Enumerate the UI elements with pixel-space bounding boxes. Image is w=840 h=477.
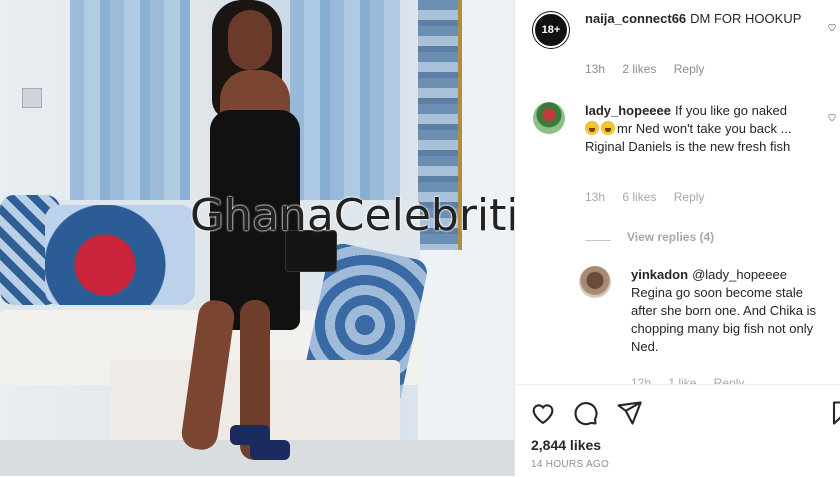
comment-time: 13h <box>585 62 606 76</box>
bookmark-icon[interactable] <box>827 399 840 427</box>
watermark-text: GhanaCelebrities.Com <box>190 190 514 241</box>
leg <box>179 298 237 452</box>
reply-link[interactable]: Reply <box>674 190 705 204</box>
post-timestamp: 14 HOURS AGO <box>531 459 610 470</box>
shoe <box>250 440 290 460</box>
comment-like-icon[interactable] <box>827 112 837 125</box>
avatar[interactable] <box>533 102 565 134</box>
likes-count[interactable]: 2,844 likes <box>531 437 601 453</box>
comment-meta: 13h 2 likes Reply <box>585 62 718 76</box>
comment-body: DM FOR HOOKUP <box>690 11 802 26</box>
comment-icon[interactable] <box>571 399 599 427</box>
crying-emoji-icon <box>601 121 615 135</box>
reply-link[interactable]: Reply <box>674 62 705 76</box>
comments-panel[interactable]: 18+ naija_connect66 DM FOR HOOKUP 13h 2 l… <box>514 0 840 477</box>
comment-meta: 13h 6 likes Reply <box>585 190 718 204</box>
comment-likes[interactable]: 2 likes <box>622 62 656 76</box>
comment-likes[interactable]: 6 likes <box>622 190 656 204</box>
comment-username[interactable]: yinkadon <box>631 267 688 282</box>
post-photo[interactable]: GhanaCelebrities.Com <box>0 0 514 476</box>
face <box>228 10 272 70</box>
comment-text: yinkadon @lady_hopeeee Regina go soon bec… <box>631 266 821 356</box>
comment-text: naija_connect66 DM FOR HOOKUP <box>585 10 815 28</box>
comment-username[interactable]: lady_hopeeee <box>585 103 671 118</box>
comment-body: If you like go naked <box>675 103 788 118</box>
avatar[interactable] <box>579 266 611 298</box>
comment-text: lady_hopeeee If you like go naked mr Ned … <box>585 102 825 156</box>
comment-username[interactable]: naija_connect66 <box>585 11 686 26</box>
replies-divider <box>585 240 611 241</box>
light-switch <box>22 88 42 108</box>
post-actions: 2,844 likes 14 HOURS AGO <box>515 384 840 477</box>
comment-like-icon[interactable] <box>827 22 837 35</box>
heart-icon[interactable] <box>529 399 557 427</box>
comment-body-continued: mr Ned won't take you back ... Riginal D… <box>585 121 792 154</box>
share-icon[interactable] <box>615 399 643 427</box>
view-replies-link[interactable]: View replies (4) <box>627 230 714 244</box>
comment-time: 13h <box>585 190 606 204</box>
crying-emoji-icon <box>585 121 599 135</box>
avatar[interactable]: 18+ <box>533 12 569 48</box>
age-badge: 18+ <box>541 24 561 36</box>
